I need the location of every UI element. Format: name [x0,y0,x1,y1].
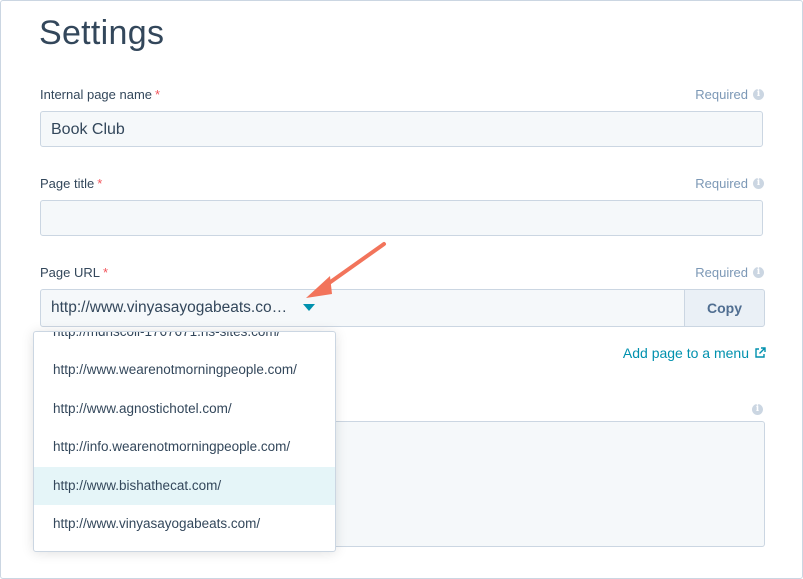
copy-button[interactable]: Copy [684,289,765,327]
page-title-label-text: Page title [40,176,95,191]
add-page-to-menu-link[interactable]: Add page to a menu [623,345,766,361]
page-title-required: Required i [695,176,764,191]
info-icon[interactable]: i [752,404,763,415]
info-icon[interactable]: i [753,178,764,189]
meta-description-info: i [752,398,763,416]
required-star: * [102,265,109,280]
dropdown-item[interactable]: http://www.agnostichotel.com/ [34,390,335,428]
page-url-required: Required i [695,265,764,280]
required-text: Required [695,265,748,280]
add-page-link-text: Add page to a menu [622,345,749,361]
required-text: Required [695,176,748,191]
page-title: Settings [39,14,165,52]
meta-description-textarea[interactable] [330,421,765,547]
page-url-label-text: Page URL [40,265,100,280]
internal-name-label-text: Internal page name [40,87,153,102]
external-link-icon [755,347,766,358]
page-title-label: Page title * [40,176,102,191]
page-url-row: http://www.vinyasayogabeats.co… Copy [40,289,765,327]
dropdown-item-highlighted[interactable]: http://www.bishathecat.com/ [34,467,335,505]
dropdown-item[interactable]: http://www.wearenotmorningpeople.com/ [34,351,335,389]
internal-name-required: Required i [695,87,764,102]
internal-name-label: Internal page name * [40,87,160,102]
domain-dropdown: http://mdriscoll-1767671.hs-sites.com/ h… [33,331,336,552]
required-star: * [97,176,103,191]
dropdown-item[interactable]: http://www.vinyasayogabeats.com/ [34,505,335,543]
info-icon[interactable]: i [753,89,764,100]
domain-select-value: http://www.vinyasayogabeats.co… [51,299,288,316]
internal-name-input[interactable]: Book Club [40,111,763,147]
info-icon[interactable]: i [753,267,764,278]
dropdown-item[interactable]: http://mdriscoll-1767671.hs-sites.com/ [34,332,335,351]
page-url-label: Page URL * [40,265,108,280]
page-title-input[interactable] [40,200,763,236]
annotation-arrow [306,242,386,298]
domain-select[interactable]: http://www.vinyasayogabeats.co… [40,289,330,327]
required-star: * [155,87,161,102]
required-text: Required [695,87,748,102]
dropdown-item[interactable]: http://info.wearenotmorningpeople.com/ [34,428,335,466]
